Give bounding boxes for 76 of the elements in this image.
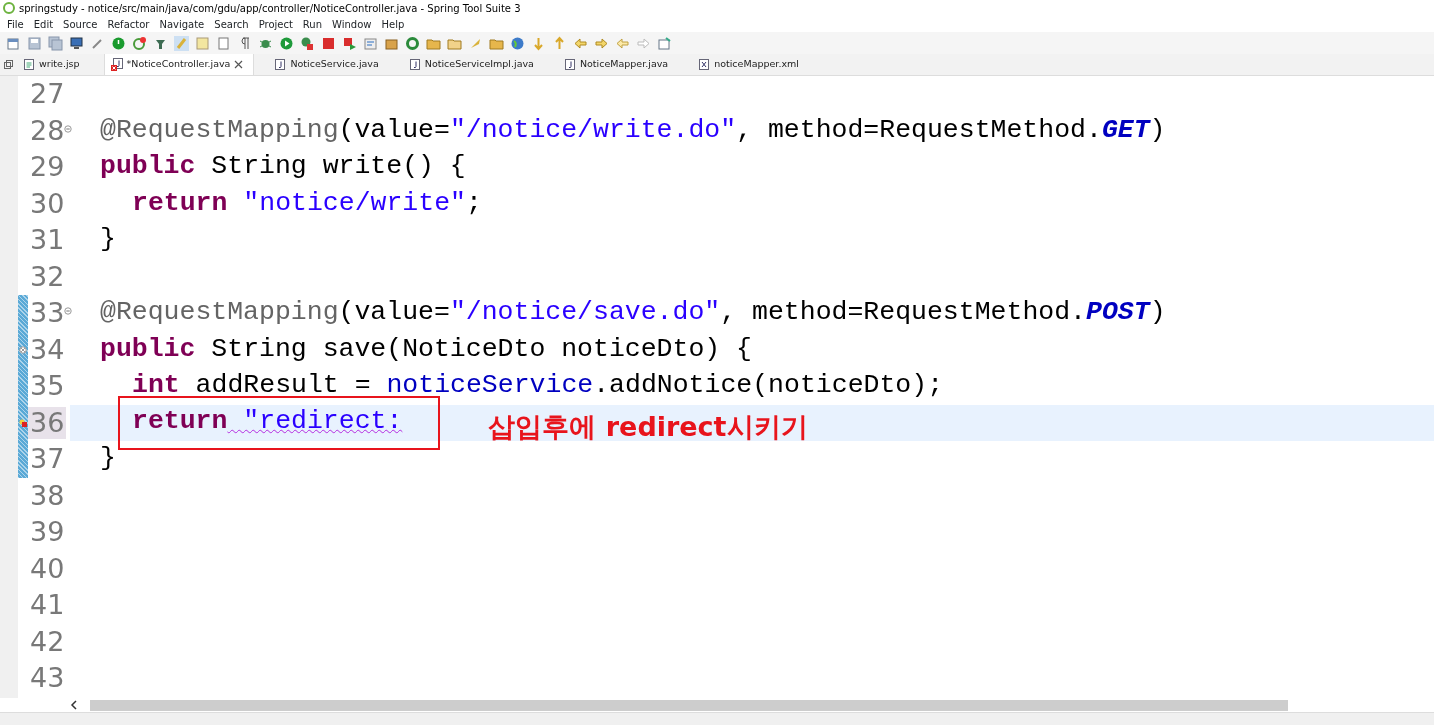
- restore-icon[interactable]: [4, 60, 13, 69]
- highlighter-icon[interactable]: [174, 35, 189, 51]
- run-icon[interactable]: [279, 35, 294, 51]
- code-line: return "notice/write";: [132, 186, 482, 220]
- line-number: 40: [29, 552, 66, 585]
- code-line: @RequestMapping(value="/notice/write.do", method=RequestMethod.GET): [100, 113, 1166, 147]
- java-file-icon: [408, 58, 421, 71]
- java-file-icon: [274, 58, 287, 71]
- run-config-icon[interactable]: [300, 35, 315, 51]
- line-number: 32: [29, 260, 66, 293]
- line-number: 37: [29, 443, 66, 476]
- stop-run-icon[interactable]: [342, 35, 357, 51]
- save-icon[interactable]: [27, 35, 42, 51]
- line-number: 41: [29, 589, 66, 622]
- menu-item[interactable]: Help: [376, 16, 410, 32]
- jsp-file-icon: [23, 58, 35, 71]
- fold-icon[interactable]: [64, 124, 72, 133]
- menu-item[interactable]: Run: [297, 16, 328, 32]
- monitor-icon[interactable]: [69, 35, 84, 51]
- stop-icon[interactable]: [321, 35, 336, 51]
- document-icon[interactable]: [195, 35, 210, 51]
- xml-file-icon: [698, 58, 711, 71]
- up-arrow-icon[interactable]: [552, 35, 567, 51]
- save-all-icon[interactable]: [48, 35, 63, 51]
- horizontal-scrollbar[interactable]: [90, 699, 1288, 711]
- editor-tab[interactable]: NoticeMapper.java: [557, 54, 679, 75]
- line-number: 28: [29, 114, 66, 147]
- menu-item[interactable]: Window: [327, 16, 377, 32]
- globe-icon[interactable]: [510, 35, 525, 51]
- code-line: }: [100, 442, 116, 476]
- power-icon[interactable]: [111, 35, 126, 51]
- line-number: 31: [29, 224, 66, 257]
- menu-item[interactable]: Source: [58, 16, 103, 32]
- java-file-icon: [563, 58, 576, 71]
- line-number: 29: [29, 151, 66, 184]
- editor-tab[interactable]: *NoticeController.java: [103, 54, 255, 75]
- menu-item[interactable]: Edit: [28, 16, 59, 32]
- editor-tab[interactable]: NoticeService.java: [268, 54, 389, 75]
- line-number: 33: [29, 297, 66, 330]
- line-number: 34: [29, 333, 66, 366]
- editor-tab[interactable]: noticeMapper.xml: [692, 54, 809, 75]
- line-number: 36: [28, 406, 67, 439]
- window-title: springstudy - notice/src/main/java/com/gdu/app/controller/NoticeController.java - Spring Tool Suite 3: [19, 1, 521, 16]
- scroll-left-icon[interactable]: [70, 700, 78, 710]
- line-number: 35: [29, 370, 66, 403]
- down-arrow-icon[interactable]: [531, 35, 546, 51]
- annotation-text: 삽입후에 redirect시키기: [488, 410, 808, 443]
- forward-arrow-icon[interactable]: [594, 35, 609, 51]
- page-icon[interactable]: [216, 35, 231, 51]
- code-line: public String write() {: [100, 150, 466, 184]
- editor-tab[interactable]: write.jsp: [17, 54, 90, 75]
- fold-icon[interactable]: [64, 307, 72, 315]
- back-arrow-icon[interactable]: [615, 35, 630, 51]
- code-line: public String save(NoticeDto noticeDto) {: [100, 332, 752, 366]
- menu-item[interactable]: File: [2, 16, 29, 32]
- code-line: int addResult = noticeService.addNotice(noticeDto);: [132, 369, 944, 403]
- line-number: 39: [29, 516, 66, 549]
- line-number: 27: [29, 78, 66, 111]
- menu-item[interactable]: Search: [209, 16, 254, 32]
- menu-item[interactable]: Navigate: [154, 16, 210, 32]
- line-number: 30: [29, 187, 66, 220]
- code-line: }: [100, 223, 116, 257]
- line-number: 42: [29, 625, 66, 658]
- close-icon[interactable]: [234, 60, 244, 69]
- code-line: return "redirect:: [132, 405, 403, 436]
- line-number: 43: [29, 662, 66, 695]
- text-edit-icon[interactable]: [363, 35, 378, 51]
- code-line: @RequestMapping(value="/notice/save.do", method=RequestMethod.POST): [100, 296, 1166, 330]
- app-logo-icon: [3, 2, 15, 14]
- back-arrow-icon[interactable]: [573, 35, 588, 51]
- line-number: 38: [29, 479, 66, 512]
- menu-item[interactable]: Project: [253, 16, 298, 32]
- editor-tab[interactable]: NoticeServiceImpl.java: [402, 54, 544, 75]
- menu-item[interactable]: Refactor: [102, 16, 155, 32]
- new-file-icon[interactable]: [6, 35, 21, 51]
- java-file-error-icon: [110, 58, 123, 71]
